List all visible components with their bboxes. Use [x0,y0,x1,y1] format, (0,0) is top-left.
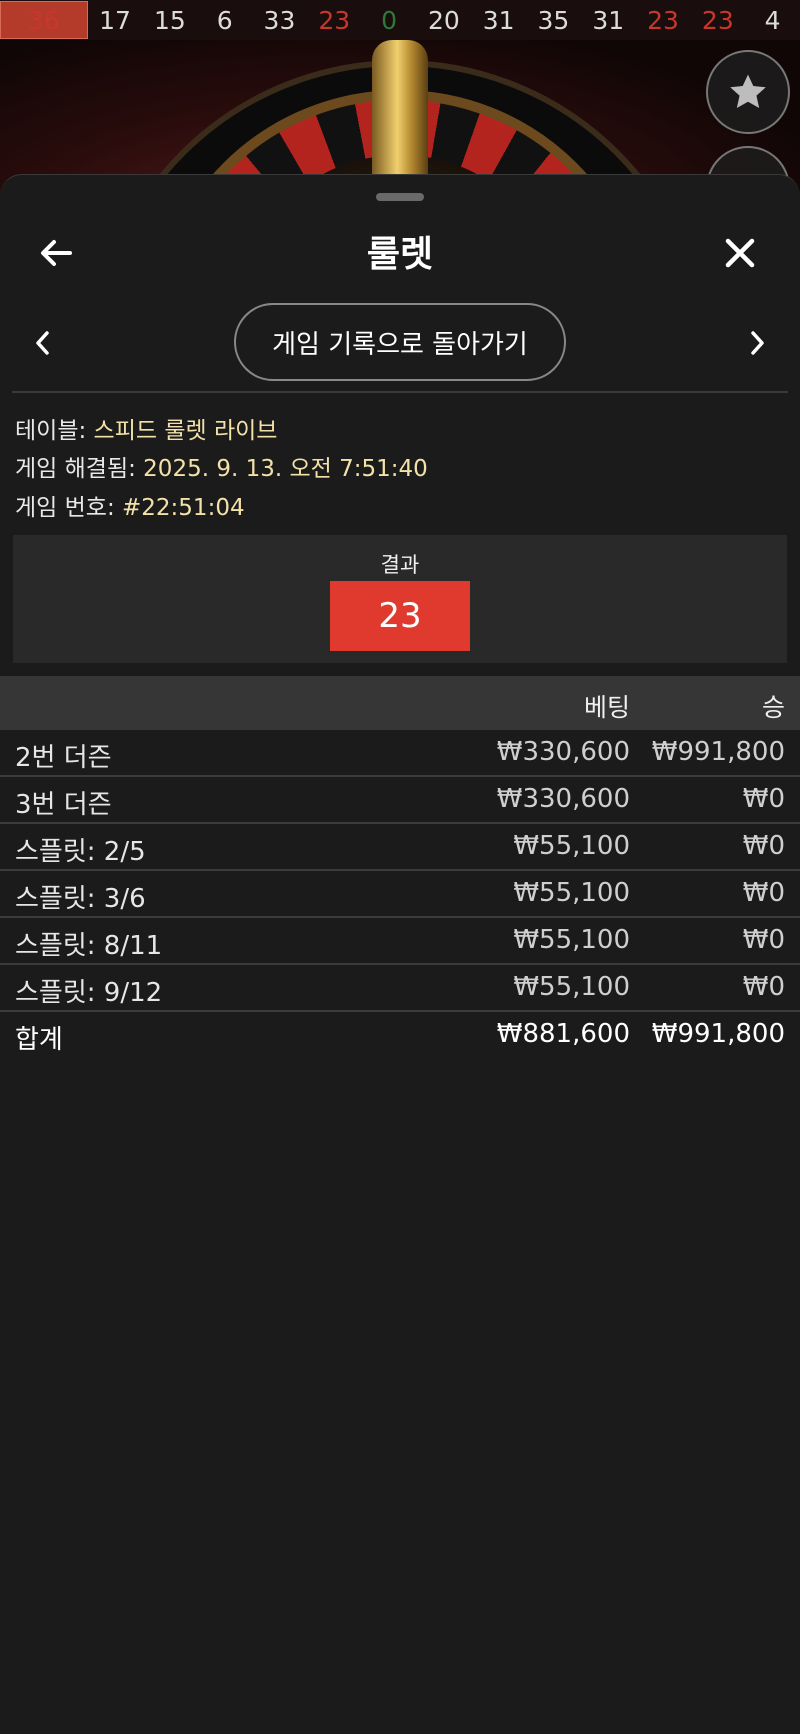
close-icon[interactable] [720,233,760,273]
game-number-value: #22:51:04 [122,495,245,521]
back-to-history-button[interactable]: 게임 기록으로 돌아가기 [234,303,566,381]
game-number-label: 게임 번호: [15,495,123,521]
bets-table: 베팅 승 2번 더즌 ₩330,600 ₩991,800 3번 더즌 ₩330,600 ₩… [0,676,800,1059]
column-header-win: 승 [761,693,785,722]
win-amount: ₩0 [742,878,785,908]
history-number: 23 [701,5,734,35]
bet-amount: ₩55,100 [513,972,630,1002]
bet-amount: ₩55,100 [513,878,630,908]
total-win: ₩991,800 [651,1019,785,1049]
resolved-info: 게임 해결됨: 2025. 9. 13. 오전 7:51:40 [15,449,428,483]
result-history-strip: 36 17 15 6 33 23 0 20 31 35 31 23 23 4 [0,0,800,40]
table-row: 스플릿: 3/6 ₩55,100 ₩0 [0,871,800,918]
bet-amount: ₩55,100 [513,925,630,955]
total-label: 합계 [15,1025,63,1055]
history-number: 31 [482,5,515,35]
history-number: 15 [153,5,186,35]
sheet-header: 룰렛 [0,215,800,295]
history-number: 6 [216,5,233,35]
win-amount: ₩991,800 [651,737,785,767]
table-value: 스피드 룰렛 라이브 [93,418,278,444]
history-number: 33 [263,5,296,35]
result-panel: 결과 23 [13,535,787,663]
favorite-button[interactable] [706,50,790,134]
history-number: 17 [99,5,131,35]
table-info: 테이블: 스피드 룰렛 라이브 [15,411,277,445]
bet-amount: ₩330,600 [496,737,630,767]
result-number: 23 [330,581,470,651]
table-header: 베팅 승 [0,676,800,730]
table-row: 3번 더즌 ₩330,600 ₩0 [0,777,800,824]
bet-type: 스플릿: 3/6 [15,884,146,914]
table-row: 스플릿: 9/12 ₩55,100 ₩0 [0,965,800,1012]
history-number: 31 [592,5,625,35]
win-amount: ₩0 [742,925,785,955]
history-number: 23 [647,5,679,35]
bet-type: 3번 더즌 [15,790,112,820]
bet-type: 스플릿: 2/5 [15,837,146,867]
result-label: 결과 [380,553,420,577]
history-number: 0 [381,5,397,35]
resolved-value: 2025. 9. 13. 오전 7:51:40 [143,456,428,482]
game-navigation: 게임 기록으로 돌아가기 [0,303,800,383]
game-detail-sheet: 룰렛 게임 기록으로 돌아가기 테이블: 스피드 룰렛 라이브 게임 해결됨: … [0,174,800,1734]
column-header-bet: 베팅 [583,693,630,722]
history-number: 23 [318,5,351,35]
bet-type: 스플릿: 9/12 [15,978,163,1008]
bet-type: 스플릿: 8/11 [15,931,163,961]
history-number: 36 [0,1,88,39]
game-number-info: 게임 번호: #22:51:04 [15,488,245,522]
chevron-left-icon[interactable] [28,325,56,361]
table-row: 스플릿: 8/11 ₩55,100 ₩0 [0,918,800,965]
win-amount: ₩0 [742,972,785,1002]
table-row: 스플릿: 2/5 ₩55,100 ₩0 [0,824,800,871]
bet-amount: ₩330,600 [496,784,630,814]
resolved-label: 게임 해결됨: [15,456,144,482]
bet-amount: ₩55,100 [513,831,630,861]
total-bet: ₩881,600 [496,1019,630,1049]
history-number: 4 [764,5,781,35]
win-amount: ₩0 [742,831,785,861]
chevron-right-icon[interactable] [744,325,772,361]
history-number: 35 [537,5,570,35]
sheet-drag-handle[interactable] [376,193,424,201]
star-icon [730,74,766,108]
history-number: 20 [427,5,460,35]
table-label: 테이블: [15,418,94,444]
bet-type: 2번 더즌 [15,743,112,773]
table-row: 2번 더즌 ₩330,600 ₩991,800 [0,730,800,777]
win-amount: ₩0 [742,784,785,814]
divider [12,391,788,393]
total-row: 합계 ₩881,600 ₩991,800 [0,1012,800,1059]
page-title: 룰렛 [366,234,434,275]
